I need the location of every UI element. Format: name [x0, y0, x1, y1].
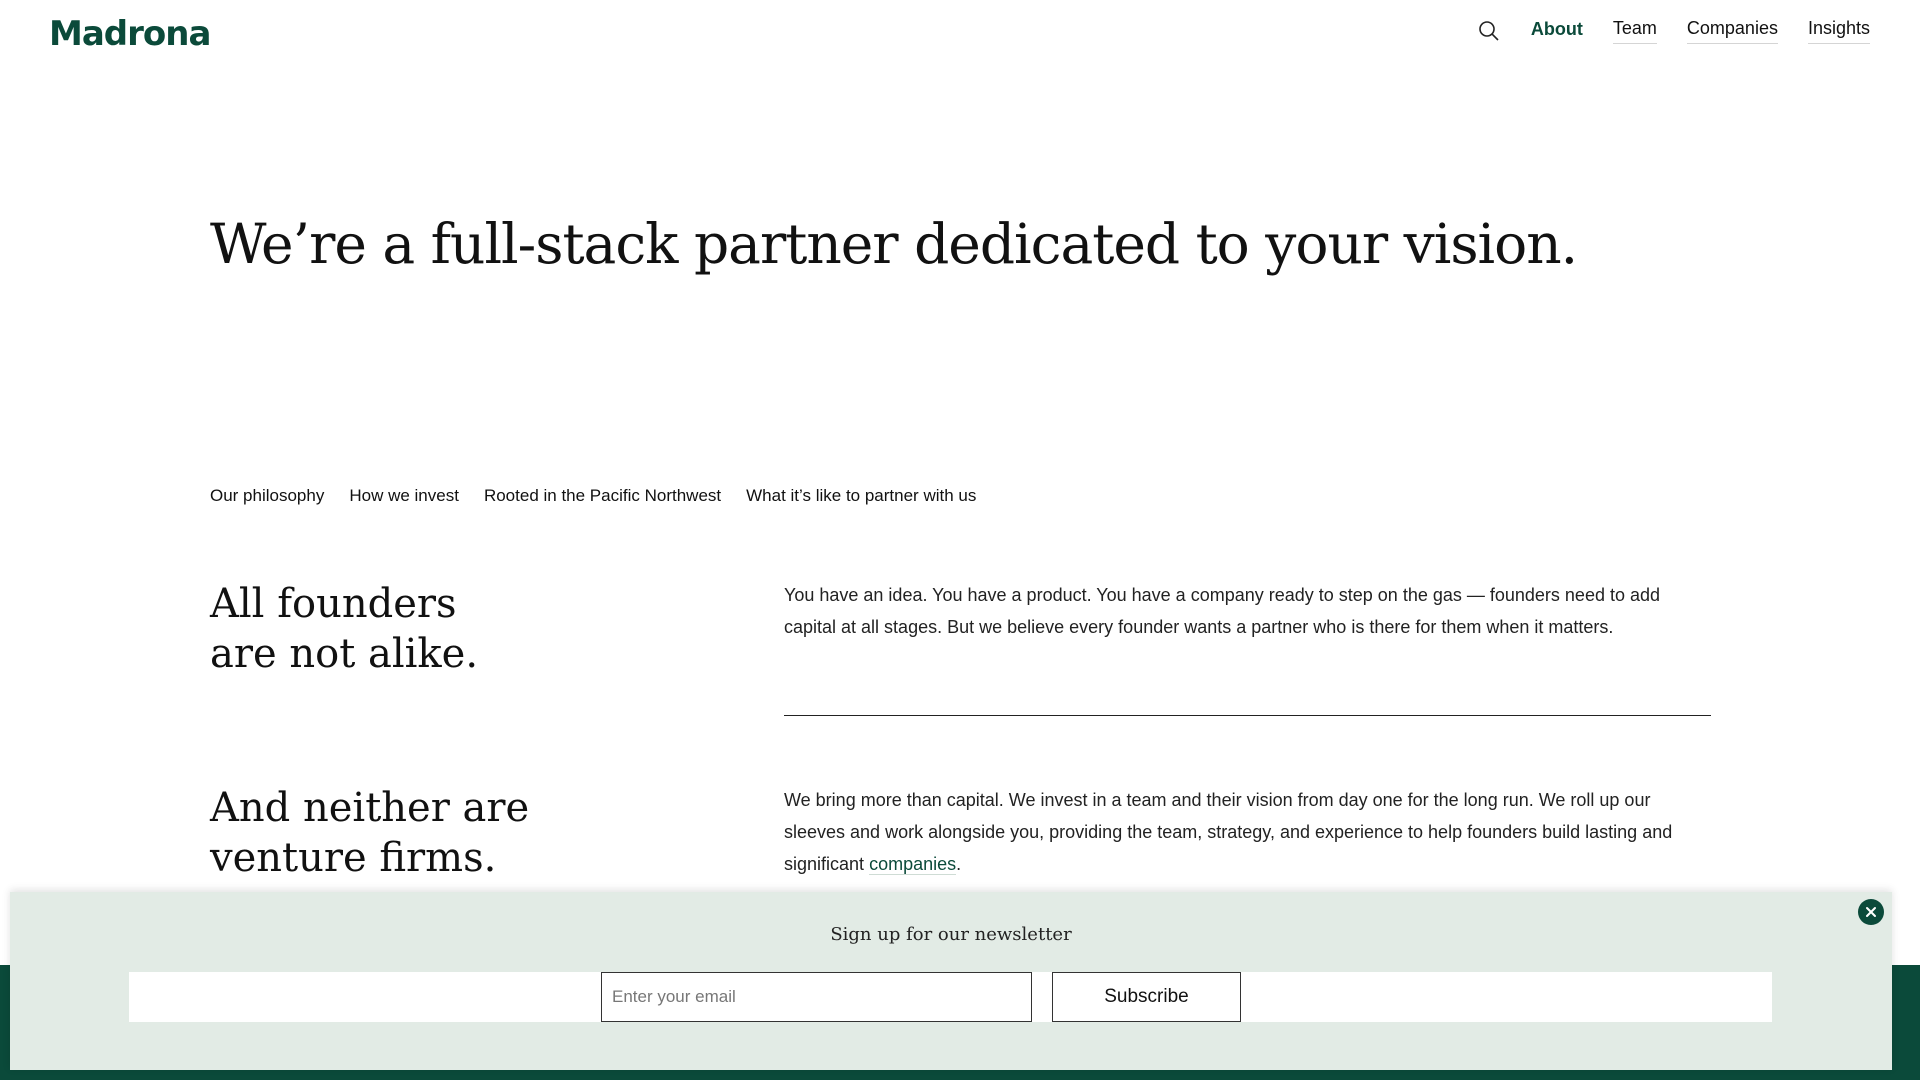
section-heading-line: All founders — [210, 581, 457, 627]
companies-link[interactable]: companies — [869, 854, 957, 875]
nav-link-about[interactable]: About — [1531, 19, 1583, 44]
nav-link-companies[interactable]: Companies — [1686, 18, 1778, 44]
site-header: Madrona About Team Companies Insights — [0, 0, 1920, 72]
subnav-rooted-pnw[interactable]: Rooted in the Pacific Northwest — [484, 486, 721, 506]
section-divider — [784, 715, 1711, 716]
section-heading-line: venture firms. — [210, 835, 497, 881]
section-heading-founders: All founders are not alike. — [210, 579, 630, 679]
close-icon[interactable] — [1858, 899, 1884, 925]
subnav-partner-with-us[interactable]: What it’s like to partner with us — [746, 486, 976, 506]
subnav-how-we-invest[interactable]: How we invest — [349, 486, 459, 506]
newsletter-banner: Sign up for our newsletter Subscribe — [10, 892, 1892, 1070]
section-text-venture-firms: We bring more than capital. We invest in… — [784, 784, 1714, 880]
nav-link-insights[interactable]: Insights — [1807, 18, 1870, 44]
newsletter-email-input[interactable] — [601, 972, 1032, 1022]
nav-link-team[interactable]: Team — [1612, 18, 1657, 44]
section-subnav: Our philosophy How we invest Rooted in t… — [210, 486, 976, 506]
main-nav: About Team Companies Insights — [1477, 18, 1870, 44]
sentence-period: . — [956, 854, 962, 874]
subscribe-button[interactable]: Subscribe — [1052, 972, 1241, 1022]
newsletter-title: Sign up for our newsletter — [830, 924, 1072, 945]
section-heading-line: are not alike. — [210, 631, 479, 677]
section-heading-line: And neither are — [210, 785, 530, 831]
search-icon[interactable] — [1477, 19, 1501, 43]
subnav-our-philosophy[interactable]: Our philosophy — [210, 486, 324, 506]
madrona-logo[interactable]: Madrona — [49, 14, 211, 54]
section-text-founders: You have an idea. You have a product. Yo… — [784, 585, 1661, 637]
section-heading-venture-firms: And neither are venture firms. — [210, 783, 630, 883]
hero-title: We’re a full-stack partner dedicated to … — [210, 212, 1578, 276]
